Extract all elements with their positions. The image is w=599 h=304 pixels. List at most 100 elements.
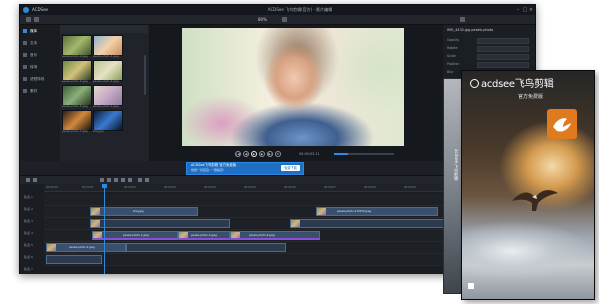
product-box: acdsee 飞鸟剪辑 acdsee飞鸟剪辑 官方免费版 xyxy=(443,70,595,300)
track-label: 轨道 2 xyxy=(24,207,33,211)
sidebar-item-assets[interactable]: 素材 xyxy=(23,87,57,95)
box-brand-cn: 飞鸟剪辑 xyxy=(514,79,554,90)
redo-icon[interactable] xyxy=(34,17,39,22)
property-slider[interactable] xyxy=(477,38,529,44)
preview-scrubber[interactable] xyxy=(334,153,394,155)
media-thumb-label: Grey.jpg xyxy=(93,130,104,133)
top-toolbar: 80% xyxy=(20,15,535,25)
promo-banner[interactable]: ACDSee飞鸟剪辑 官方免费版 告别一切复杂, 一键搞定! 免费下载 xyxy=(186,162,304,175)
title-bar: ACDSee ACDSee 飞鸟剪辑(官方) - 影片编辑 – □ × xyxy=(20,5,535,15)
skip-forward-icon[interactable]: ▶| xyxy=(267,151,273,157)
crop-icon[interactable] xyxy=(114,178,118,182)
timecode: 00:00:03.11 xyxy=(299,152,320,156)
sidebar-item-label: 媒体 xyxy=(30,29,38,33)
property-slider[interactable] xyxy=(477,54,529,60)
timeline-clip[interactable] xyxy=(90,219,230,228)
zoom-level[interactable]: 80% xyxy=(258,16,267,23)
ruler-tick: 00:00:05 xyxy=(244,186,256,189)
ruler-tick: 00:00:07 xyxy=(324,186,336,189)
sidebar-item-music[interactable]: 音乐 xyxy=(23,51,57,59)
preview-panel: |◀ ◀ ▶ ▶ ▶| ↻ 00:00:03.11 xyxy=(149,25,443,161)
box-spine: acdsee 飞鸟剪辑 xyxy=(443,78,463,294)
timeline-clip[interactable]: pexels-photo-6.jpeg xyxy=(230,231,320,240)
property-label: Position xyxy=(447,62,460,66)
acdsee-logo-icon xyxy=(470,79,479,88)
media-thumb[interactable] xyxy=(93,85,123,106)
media-thumb-label: pexels-photo-4.jpeg xyxy=(93,80,119,83)
track-label: 轨道 1 xyxy=(24,195,33,199)
skip-back-icon[interactable]: |◀ xyxy=(235,151,241,157)
media-thumb[interactable] xyxy=(93,110,123,131)
track-label: 轨道 7 xyxy=(24,267,33,271)
ruler-tick: 00:00:02 xyxy=(124,186,136,189)
clip-thumbnail xyxy=(91,220,100,227)
mosaic-icon[interactable] xyxy=(128,178,132,182)
zoom-in-icon[interactable] xyxy=(33,178,37,182)
media-thumb[interactable] xyxy=(62,85,92,106)
playback-controls: |◀ ◀ ▶ ▶ ▶| ↻ 00:00:03.11 xyxy=(149,149,443,159)
ruler-tick: 00:00:09 xyxy=(404,186,416,189)
media-thumb[interactable] xyxy=(62,35,92,56)
timeline-clip[interactable] xyxy=(46,255,102,264)
loop-icon[interactable]: ↻ xyxy=(275,151,281,157)
sidebar-item-effects[interactable]: 滤镜特效 xyxy=(23,75,57,83)
clip-name: pexels-photo-4.jpeg xyxy=(69,246,95,249)
zoom-dropdown-icon[interactable] xyxy=(282,17,287,22)
close-icon[interactable]: × xyxy=(528,7,534,13)
clip-name: pexels-photo-270325.jpeg xyxy=(337,210,372,213)
timeline-clip[interactable]: pexels-photo-3.jpeg xyxy=(178,231,230,240)
media-thumb-label: pexels-photo-2.jpeg xyxy=(62,55,88,58)
clip-thumbnail xyxy=(179,232,188,238)
window-title: ACDSee 飞鸟剪辑(官方) - 影片编辑 xyxy=(267,7,333,12)
export-icon[interactable] xyxy=(460,17,465,22)
delete-icon[interactable] xyxy=(107,178,111,182)
media-thumb[interactable] xyxy=(93,60,123,81)
media-scrollbar[interactable] xyxy=(144,55,146,95)
playhead[interactable] xyxy=(104,184,105,274)
ruler-tick: 00:00:04 xyxy=(204,186,216,189)
media-thumb-label: pexels-photo-6.jpeg xyxy=(93,105,119,108)
property-label: Scale xyxy=(447,54,456,58)
minimize-icon[interactable]: – xyxy=(515,7,521,13)
clip-name: pexels-photo-3.jpeg xyxy=(191,234,217,237)
timeline-clip[interactable] xyxy=(126,243,286,252)
ruler-tick: 00:00:03 xyxy=(164,186,176,189)
step-forward-icon[interactable]: ▶ xyxy=(259,151,265,157)
media-thumb-label: pexels-photo-5.jpeg xyxy=(62,105,88,108)
clip-thumbnail xyxy=(291,220,300,227)
preview-image xyxy=(182,28,404,146)
freeze-icon[interactable] xyxy=(138,178,142,182)
eagle-icon xyxy=(512,190,558,211)
mark-icon[interactable] xyxy=(145,178,149,182)
promo-subtitle: 告别一切复杂, 一键搞定! xyxy=(191,168,225,172)
sidebar-item-transitions[interactable]: 转场 xyxy=(23,63,57,71)
media-thumb[interactable] xyxy=(62,60,92,81)
clip-name: pexels-photo-1.jpeg xyxy=(123,234,149,237)
step-back-icon[interactable]: ◀ xyxy=(243,151,249,157)
sidebar-item-text[interactable]: 文本 xyxy=(23,39,57,47)
ruler-tick: 00:00:01 xyxy=(82,186,94,189)
timeline-clip[interactable]: pexels-photo-270325.jpeg xyxy=(316,207,438,216)
undo-icon[interactable] xyxy=(26,17,31,22)
text-icon xyxy=(23,41,27,45)
clip-thumbnail xyxy=(231,232,240,238)
music-icon xyxy=(23,53,27,57)
timeline-clip[interactable]: Grey.jpg xyxy=(90,207,198,216)
property-row: Rotate xyxy=(447,45,533,52)
speed-icon[interactable] xyxy=(121,178,125,182)
track-label: 轨道 4 xyxy=(24,231,33,235)
box-logo: acdsee飞鸟剪辑 xyxy=(470,79,588,91)
sidebar-item-media[interactable]: 媒体 xyxy=(23,27,57,35)
download-button[interactable]: 免费下载 xyxy=(281,165,300,171)
property-slider[interactable] xyxy=(477,62,529,68)
split-icon[interactable] xyxy=(100,178,104,182)
media-thumb[interactable] xyxy=(62,110,92,131)
property-slider[interactable] xyxy=(477,46,529,52)
play-icon[interactable]: ▶ xyxy=(251,151,257,157)
media-thumb[interactable] xyxy=(93,35,123,56)
property-row: Position xyxy=(447,61,533,68)
zoom-out-icon[interactable] xyxy=(26,178,30,182)
box-spine-text: acdsee 飞鸟剪辑 xyxy=(454,149,459,181)
property-row: Opacity xyxy=(447,37,533,44)
timeline-clip[interactable]: pexels-photo-4.jpeg xyxy=(46,243,126,252)
